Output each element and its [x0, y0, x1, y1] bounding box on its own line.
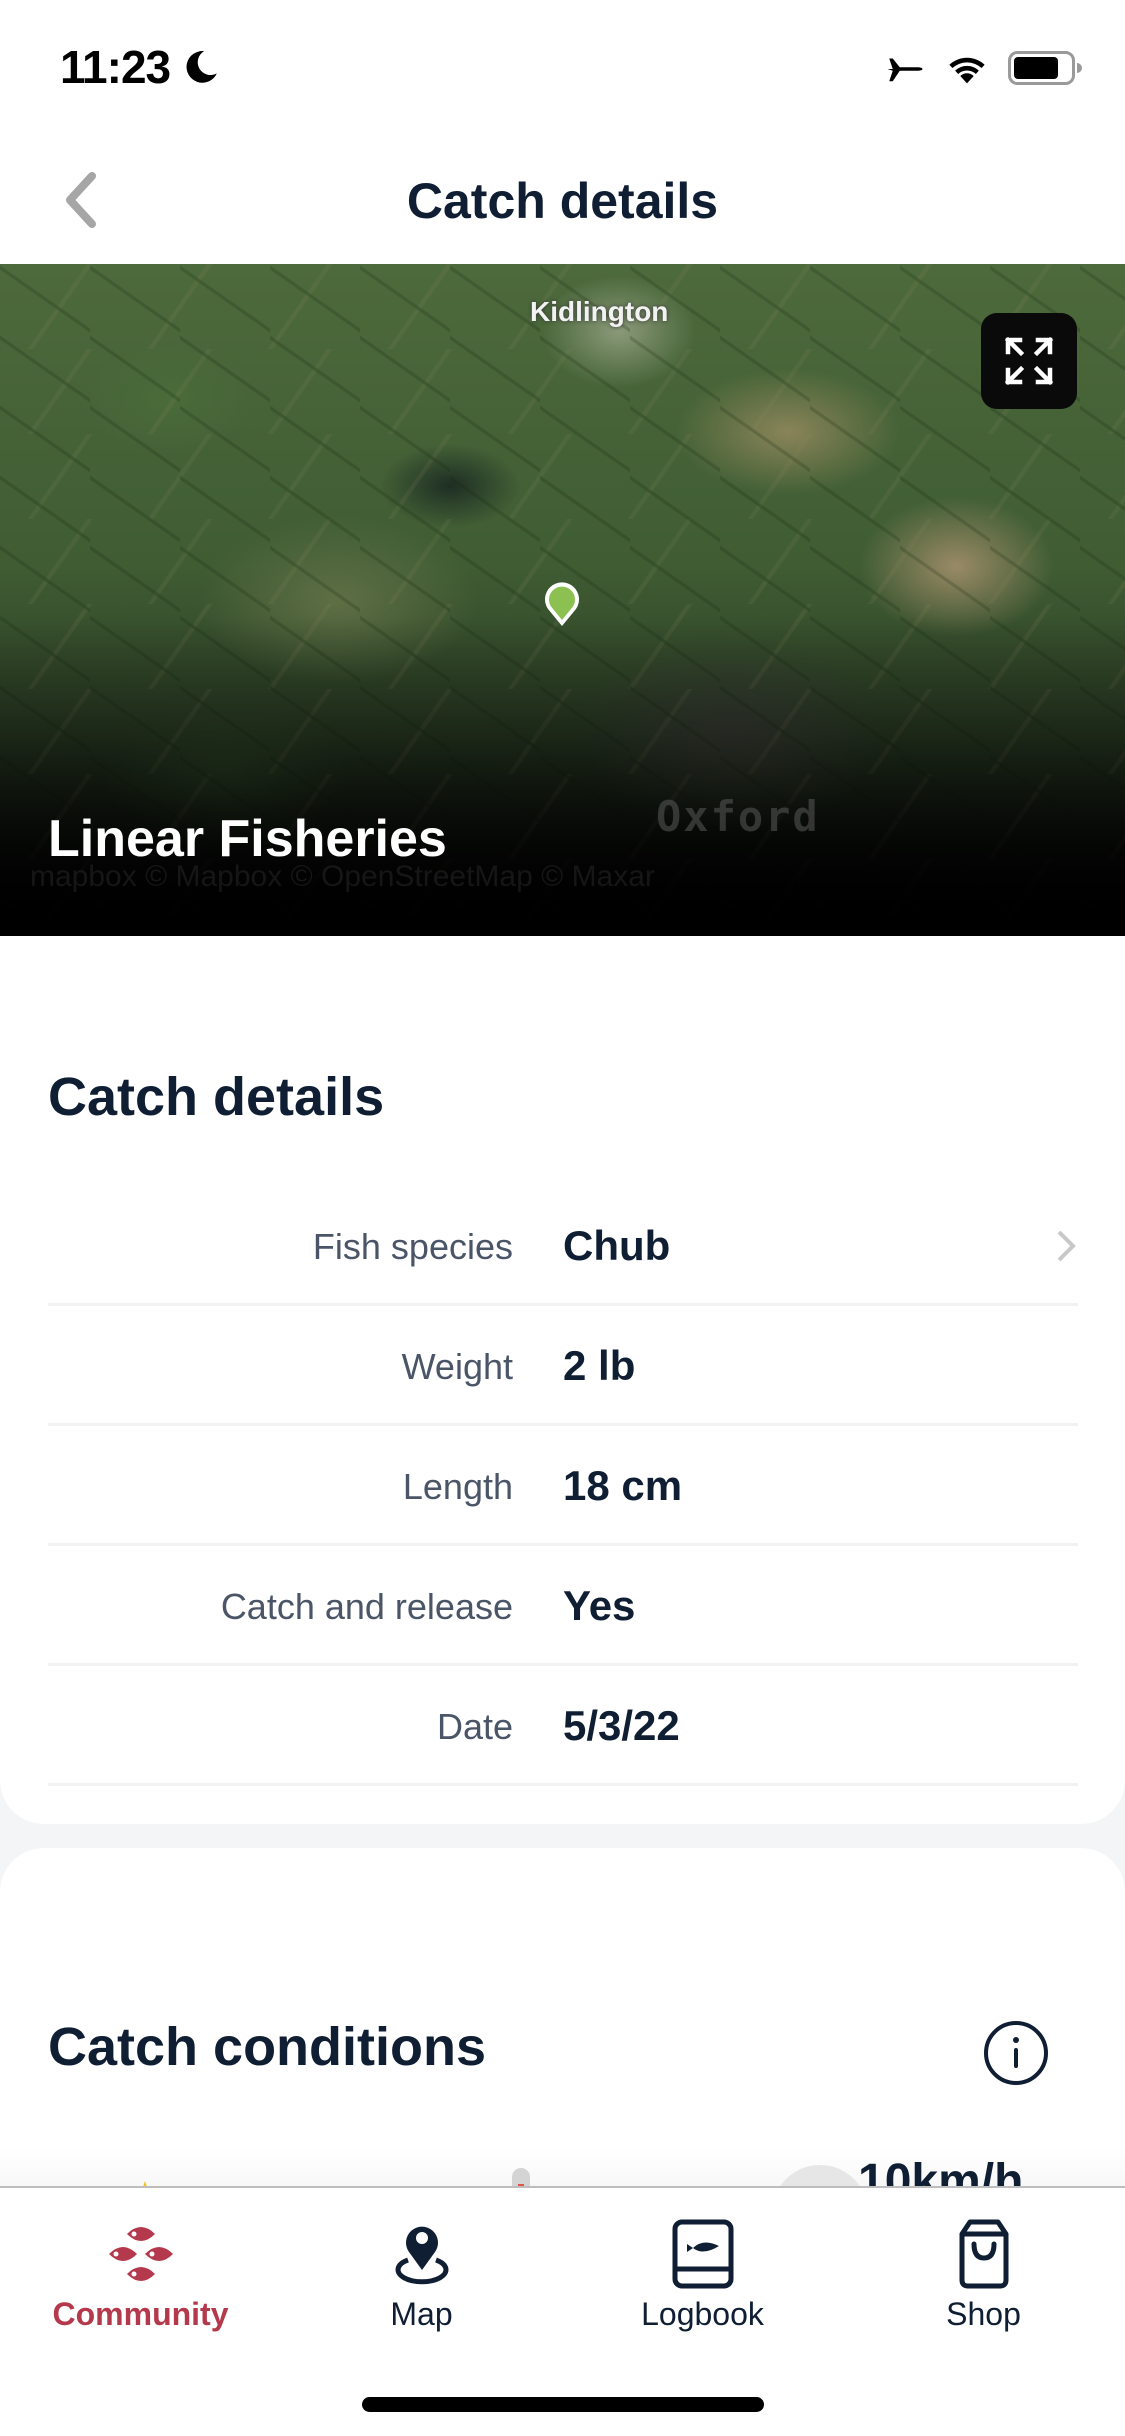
- map-pin-icon: [395, 2226, 448, 2285]
- expand-map-button[interactable]: [981, 313, 1077, 409]
- map-place-name: Linear Fisheries: [48, 810, 447, 868]
- detail-row-weight: Weight 2 lb: [48, 1306, 1078, 1426]
- moon-icon: [186, 51, 217, 83]
- battery-icon: [1008, 51, 1082, 85]
- detail-label: Fish species: [312, 1226, 513, 1267]
- home-indicator[interactable]: [362, 2397, 764, 2412]
- wifi-icon: [949, 57, 985, 84]
- page-title: Catch details: [406, 173, 719, 229]
- nav-header: Catch details: [0, 132, 1125, 264]
- catch-details-heading: Catch details: [48, 1067, 385, 1127]
- tab-shop[interactable]: Shop: [843, 2188, 1124, 2338]
- expand-icon: [1004, 336, 1054, 386]
- map-label-oxford: Oxford: [656, 792, 820, 841]
- tab-label: Community: [52, 2296, 229, 2332]
- catch-conditions-heading: Catch conditions: [48, 2017, 487, 2077]
- detail-label: Weight: [401, 1346, 513, 1387]
- map-view[interactable]: Kidlington Oxford mapbox © Mapbox © Open…: [0, 264, 1125, 936]
- tab-label: Logbook: [641, 2296, 764, 2332]
- status-time: 11:23: [60, 41, 171, 93]
- tab-label: Shop: [946, 2296, 1021, 2332]
- detail-label: Date: [436, 1706, 513, 1747]
- detail-value: Chub: [563, 1222, 671, 1269]
- detail-row-length: Length 18 cm: [48, 1426, 1078, 1546]
- detail-value: Yes: [563, 1582, 636, 1629]
- shop-bag-icon: [959, 2219, 1008, 2289]
- detail-value: 18 cm: [563, 1462, 683, 1509]
- detail-row-catch-and-release: Catch and release Yes: [48, 1546, 1078, 1666]
- logbook-icon: [672, 2219, 733, 2289]
- community-icon: [108, 2227, 173, 2281]
- status-bar: 11:23: [0, 0, 1125, 132]
- airplane-icon: [887, 58, 923, 82]
- detail-value: 5/3/22: [563, 1702, 680, 1749]
- detail-row-date: Date 5/3/22: [48, 1666, 1078, 1786]
- chevron-right-icon: [1057, 1230, 1076, 1262]
- detail-row-fish-species[interactable]: Fish species Chub: [48, 1186, 1078, 1306]
- tab-logbook[interactable]: Logbook: [562, 2188, 843, 2338]
- detail-label: Catch and release: [220, 1586, 513, 1627]
- tab-community[interactable]: Community: [0, 2188, 281, 2338]
- map-label-kidlington: Kidlington: [530, 296, 669, 327]
- info-icon[interactable]: [983, 2020, 1049, 2086]
- tab-map[interactable]: Map: [281, 2188, 562, 2338]
- tab-label: Map: [390, 2296, 453, 2332]
- detail-value: 2 lb: [563, 1342, 636, 1389]
- catch-details-card: Catch details Fish species Chub Weight 2…: [0, 936, 1125, 1824]
- detail-label: Length: [402, 1466, 513, 1507]
- catch-details-list: Fish species Chub Weight 2 lb Length 18 …: [48, 1186, 1078, 1786]
